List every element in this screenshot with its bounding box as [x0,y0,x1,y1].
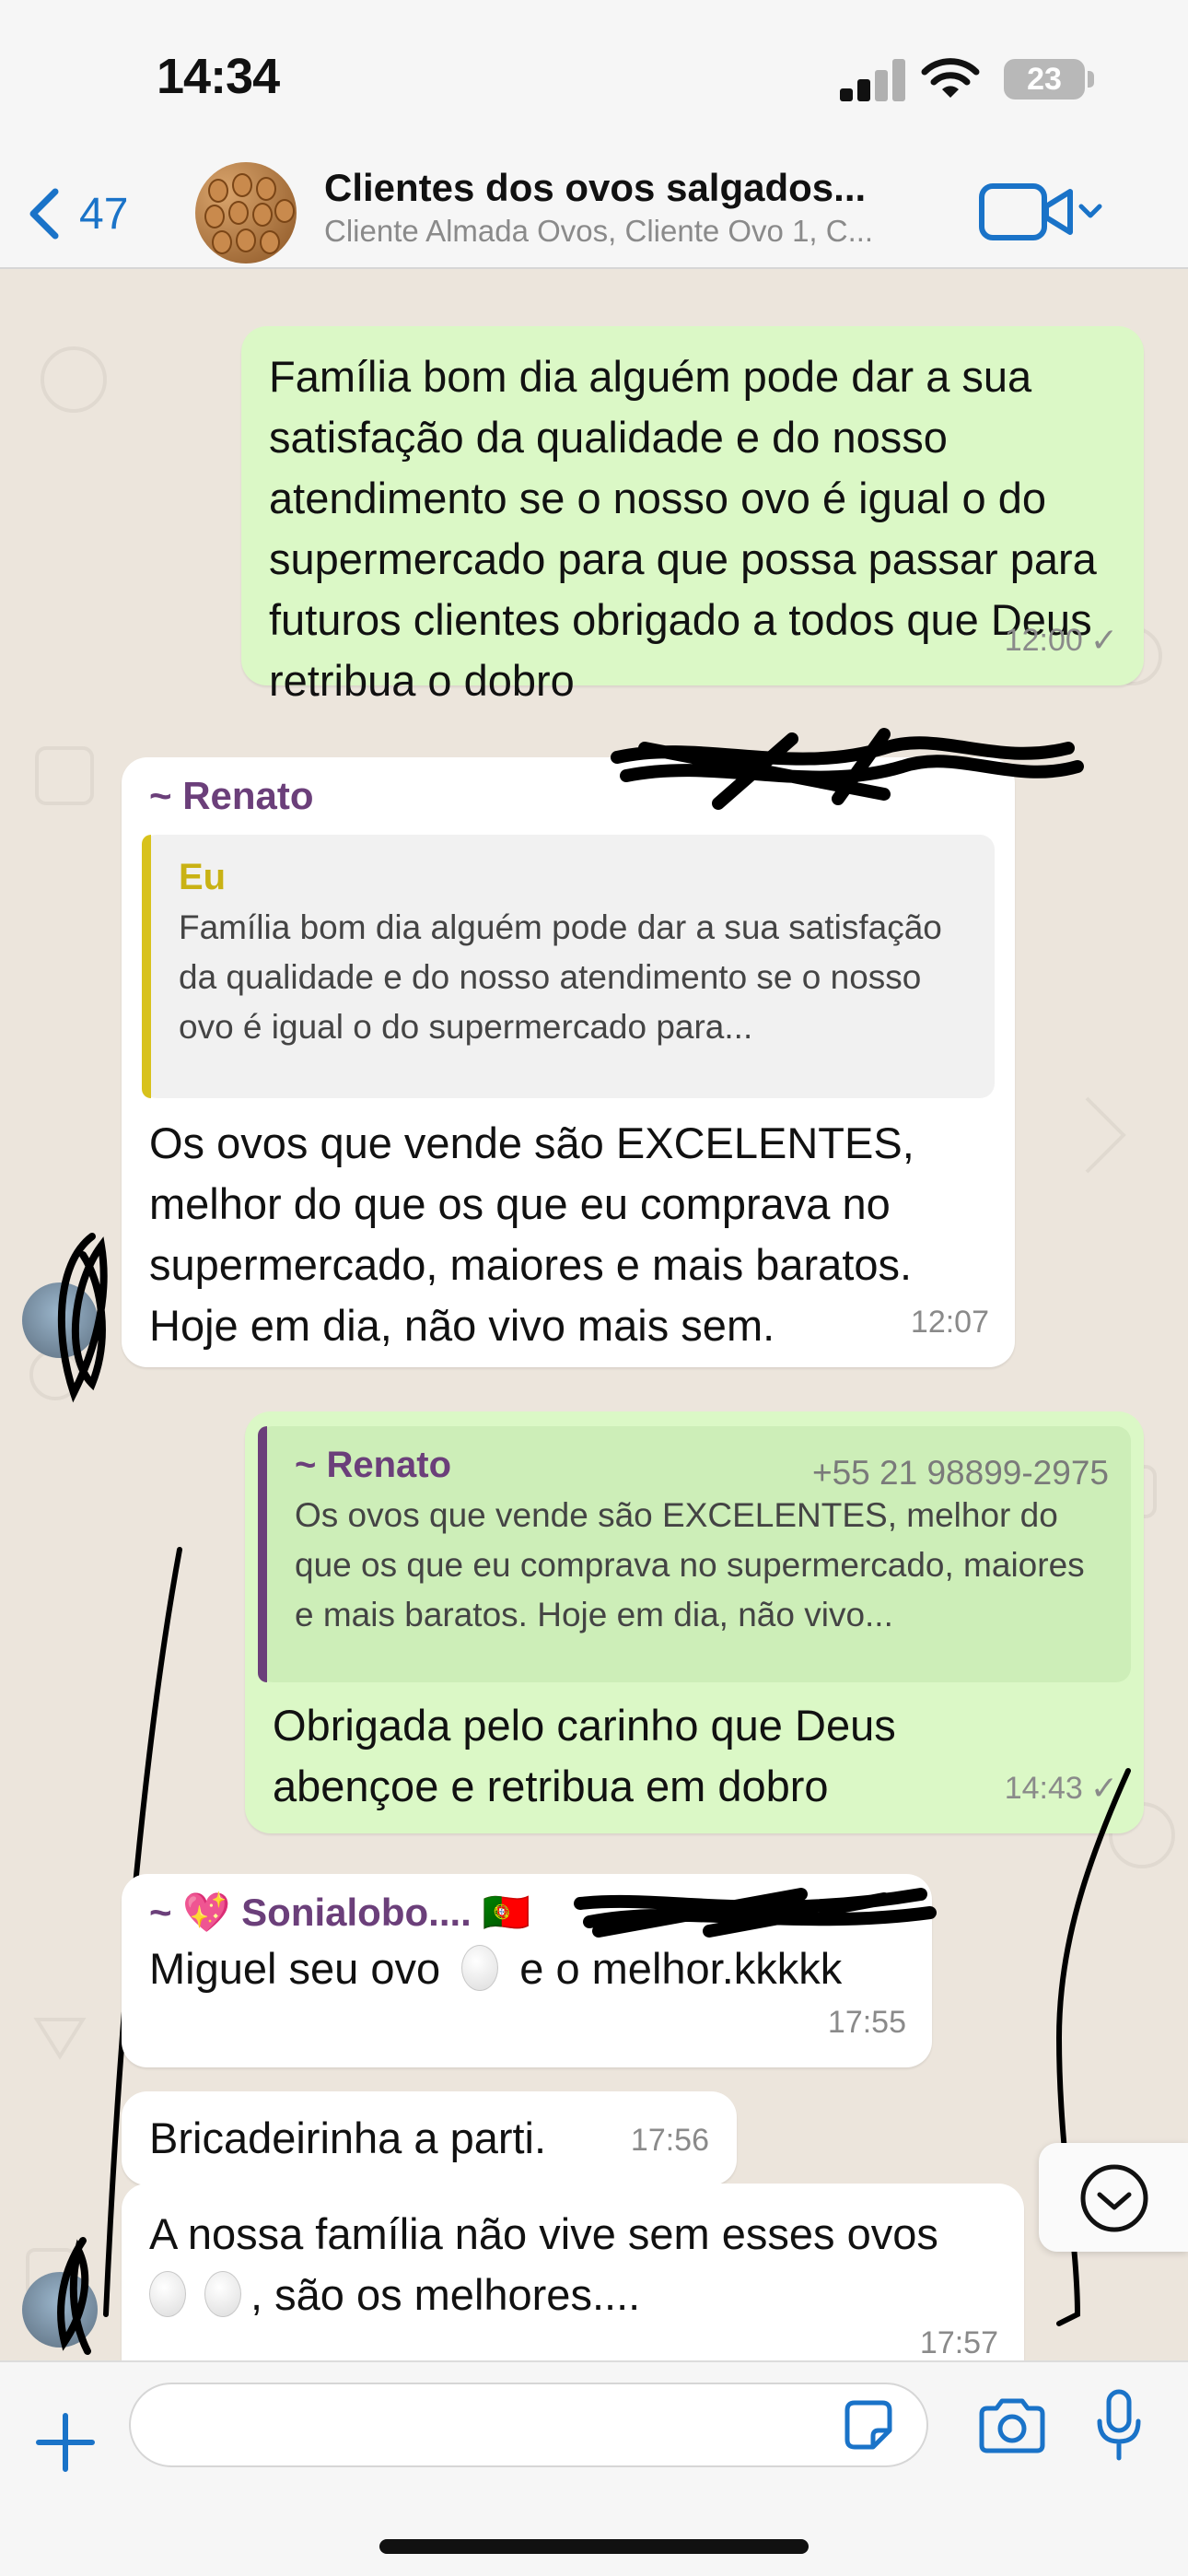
sender-avatar[interactable] [22,1282,98,1358]
status-time: 14:34 [157,49,280,104]
message-text: Família bom dia alguém pode dar a sua sa… [269,352,1097,705]
scroll-to-bottom-button[interactable] [1039,2143,1188,2252]
quote-author: Eu [179,857,227,897]
message-bubble-incoming[interactable]: ~ 💖 Sonialobo.... 🇵🇹 Miguel seu ovo e o … [122,1874,932,2067]
message-timestamp: 14:43 ✓ [1005,1758,1118,1819]
time-label: 17:57 [919,2325,998,2360]
quote-text: Os ovos que vende são EXCELENTES, melhor… [295,1496,1085,1633]
sent-check-icon: ✓ [1089,621,1118,659]
battery-icon: 23 [1004,59,1085,100]
message-timestamp: 17:55 [828,1992,906,2053]
time-label: 17:55 [827,2005,906,2040]
group-avatar[interactable] [195,162,297,263]
egg-emoji-icon [461,1945,499,1991]
plus-icon[interactable] [33,2410,98,2475]
quote-text: Família bom dia alguém pode dar a sua sa… [179,908,942,1046]
time-label: 17:56 [630,2123,709,2158]
video-call-icon[interactable] [978,179,1107,247]
quote-phone: +55 21 98899-2975 [812,1454,1109,1492]
time-label: 14:43 [1004,1771,1083,1806]
sender-name[interactable]: ~ 💖 Sonialobo.... 🇵🇹 [149,1887,904,1938]
status-bar: 14:34 23 [0,0,1188,157]
message-text: Miguel seu ovo e o melhor.kkkkk [149,1938,904,1999]
battery-nub [1088,71,1094,88]
unread-count: 47 [79,189,129,239]
message-timestamp: 17:57 [920,2313,998,2360]
sender-avatar[interactable] [22,2272,98,2348]
message-bubble-outgoing[interactable]: Família bom dia alguém pode dar a sua sa… [241,326,1144,705]
chat-area[interactable]: Família bom dia alguém pode dar a sua sa… [0,269,1188,2360]
message-timestamp: 12:00 ✓ [1005,610,1118,671]
message-text-part: e o melhor.kkkkk [519,1944,843,1993]
message-text: A nossa família não vive sem esses ovos [149,2209,938,2258]
chat-header: 47 Clientes dos ovos salgados... Cliente… [0,157,1188,269]
back-button[interactable]: 47 [26,177,128,251]
message-bubble-incoming[interactable]: ~ Renato Eu Família bom dia alguém pode … [122,757,1015,1367]
message-text-part: Miguel seu ovo [149,1944,441,1993]
message-text: Bricadeirinha a parti. [149,2113,547,2162]
time-label: 12:07 [910,1305,989,1340]
message-timestamp: 17:56 [631,2110,709,2171]
message-text: Os ovos que vende são EXCELENTES, melhor… [149,1118,914,1350]
cellular-signal-icon [840,57,906,101]
message-timestamp: 12:07 [911,1292,989,1352]
quoted-message[interactable]: ~ Renato +55 21 98899-2975 Os ovos que v… [258,1426,1131,1682]
sticker-icon[interactable] [840,2397,897,2454]
message-text: Obrigada pelo carinho que Deus abençoe e… [273,1701,896,1810]
message-bubble-incoming[interactable]: A nossa família não vive sem esses ovos … [122,2184,1024,2360]
message-input[interactable] [129,2383,928,2467]
group-members[interactable]: Cliente Almada Ovos, Cliente Ovo 1, C... [324,214,950,249]
time-label: 12:00 [1004,623,1083,658]
sent-check-icon: ✓ [1089,1769,1118,1807]
microphone-icon[interactable] [1096,2388,1142,2462]
home-indicator [379,2539,809,2554]
sender-name[interactable]: ~ Renato [149,770,987,822]
chevron-left-icon [29,188,59,240]
message-text: , são os melhores.... [149,2265,996,2325]
message-text-part: , são os melhores.... [250,2270,641,2319]
message-bubble-outgoing[interactable]: ~ Renato +55 21 98899-2975 Os ovos que v… [245,1411,1144,1833]
camera-icon[interactable] [976,2397,1048,2454]
group-title[interactable]: Clientes dos ovos salgados... [324,166,950,210]
egg-emoji-icon [204,2271,241,2317]
egg-emoji-icon [149,2271,186,2317]
wifi-icon [921,58,980,98]
scroll-down-icon [1080,2164,1148,2232]
quoted-message[interactable]: Eu Família bom dia alguém pode dar a sua… [142,835,995,1098]
message-bubble-incoming[interactable]: Bricadeirinha a parti. 17:56 [122,2091,737,2185]
